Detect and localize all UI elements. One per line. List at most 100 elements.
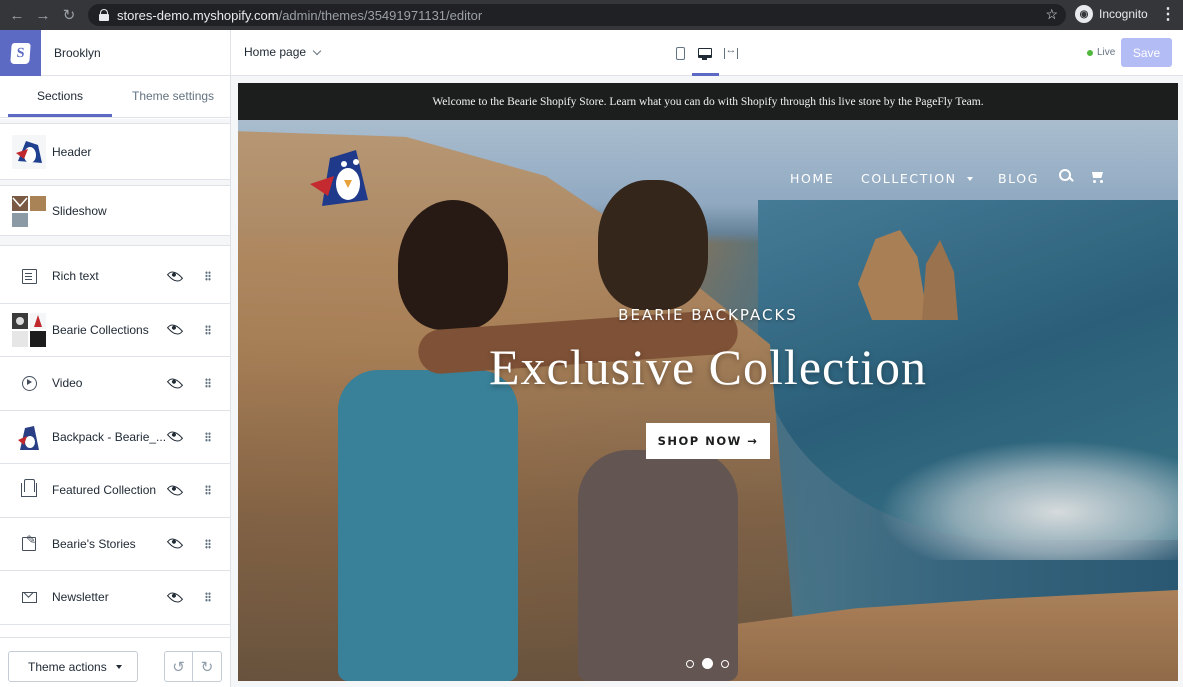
section-slideshow[interactable]: Slideshow	[0, 186, 230, 236]
cart-icon[interactable]	[1090, 170, 1106, 183]
live-dot-icon	[1087, 49, 1093, 56]
section-bearie-collections[interactable]: Bearie Collections	[0, 304, 230, 357]
redo-icon[interactable]: ↻	[193, 652, 221, 681]
fullscreen-view-button[interactable]	[720, 42, 742, 64]
tab-sections[interactable]: Sections	[37, 89, 83, 103]
product-thumbnail-icon	[12, 419, 46, 454]
section-label: Video	[52, 376, 83, 391]
eye-icon[interactable]	[166, 428, 184, 445]
eye-icon[interactable]	[166, 321, 184, 338]
incognito-icon: ◉	[1075, 5, 1093, 23]
fixed-sections: Header Slideshow	[0, 119, 230, 246]
profile-label: Incognito	[1099, 7, 1148, 21]
rich-text-icon	[21, 268, 37, 284]
url-host: stores-demo.myshopify.com	[117, 7, 279, 23]
drag-handle-icon[interactable]	[205, 271, 211, 282]
slideshow-thumbnail-icon	[12, 195, 46, 227]
live-status: Live	[1087, 47, 1115, 58]
undo-icon[interactable]: ↺	[165, 652, 194, 681]
slide-dot[interactable]	[721, 659, 729, 668]
page-selector-label: Home page	[244, 45, 307, 59]
section-featured-collection[interactable]: Featured Collection	[0, 464, 230, 518]
bookmark-star-icon[interactable]: ☆	[1045, 6, 1058, 23]
section-label: Newsletter	[52, 590, 109, 605]
caret-down-icon	[115, 664, 122, 669]
section-newsletter[interactable]: Newsletter	[0, 571, 230, 625]
history-controls: ↺ ↻	[164, 651, 222, 682]
section-label: Rich text	[52, 269, 99, 284]
collection-thumbnail-icon	[12, 312, 46, 347]
shopify-logo-icon[interactable]	[0, 30, 41, 76]
drag-handle-icon[interactable]	[205, 324, 211, 335]
active-device-indicator	[692, 73, 719, 76]
sections-sidebar: Sections Theme settings Header Slideshow	[0, 76, 231, 687]
eye-icon[interactable]	[166, 589, 184, 606]
section-label: Bearie Collections	[52, 322, 149, 337]
blog-icon	[22, 533, 36, 551]
slide-dot-active[interactable]	[702, 658, 713, 669]
slideshow-dots	[686, 658, 737, 669]
nav-home-link[interactable]: HOME	[790, 171, 834, 186]
drag-handle-icon[interactable]	[205, 485, 211, 496]
browser-toolbar: ← → ↻ stores-demo.myshopify.com /admin/t…	[0, 0, 1183, 30]
hero-slideshow[interactable]: HOME COLLECTION BLOG BEARIE BACKPACKS Ex…	[238, 120, 1178, 681]
back-arrow-icon[interactable]: ←	[4, 0, 30, 30]
section-label: Header	[52, 144, 92, 159]
active-tab-indicator	[8, 114, 112, 117]
drag-handle-icon[interactable]	[205, 538, 211, 549]
store-logo[interactable]	[308, 140, 376, 212]
search-icon[interactable]	[1059, 169, 1074, 184]
nav-collection-link[interactable]: COLLECTION	[861, 171, 973, 186]
section-video[interactable]: Video	[0, 357, 230, 411]
desktop-view-button[interactable]	[694, 42, 716, 64]
eye-icon[interactable]	[166, 375, 184, 392]
nav-blog-link[interactable]: BLOG	[998, 171, 1039, 186]
live-label: Live	[1097, 47, 1116, 58]
theme-name: Brooklyn	[54, 46, 101, 60]
shop-now-button[interactable]: SHOP NOW →	[646, 423, 770, 459]
drag-handle-icon[interactable]	[205, 378, 211, 389]
section-bearies-stories[interactable]: Bearie's Stories	[0, 518, 230, 571]
drag-handle-icon[interactable]	[205, 592, 211, 603]
reload-icon[interactable]: ↻	[56, 0, 82, 30]
page-selector[interactable]: Home page	[244, 45, 322, 59]
theme-actions-label: Theme actions	[28, 659, 107, 674]
featured-collection-icon	[21, 479, 37, 498]
eye-icon[interactable]	[166, 482, 184, 499]
chevron-down-icon	[312, 46, 322, 55]
store-preview: Welcome to the Bearie Shopify Store. Lea…	[238, 83, 1178, 681]
sidebar-footer: Theme actions ↺ ↻	[0, 637, 230, 687]
section-backpack-product[interactable]: Backpack - Bearie_...	[0, 411, 230, 464]
slide-dot[interactable]	[686, 659, 694, 668]
section-label: Backpack - Bearie_...	[52, 429, 167, 444]
address-bar[interactable]: stores-demo.myshopify.com /admin/themes/…	[88, 4, 1066, 26]
eye-icon[interactable]	[166, 535, 184, 552]
section-label: Bearie's Stories	[52, 536, 136, 551]
theme-actions-button[interactable]: Theme actions	[8, 651, 138, 682]
nav-collection-label: COLLECTION	[861, 171, 957, 186]
tab-theme-settings[interactable]: Theme settings	[132, 89, 214, 103]
video-icon	[21, 375, 37, 391]
fullscreen-icon	[724, 44, 738, 59]
announcement-bar: Welcome to the Bearie Shopify Store. Lea…	[238, 83, 1178, 120]
hero-title: Exclusive Collection	[489, 339, 927, 395]
sidebar-tabs: Sections Theme settings	[0, 76, 230, 118]
desktop-icon	[698, 48, 712, 60]
section-label: Slideshow	[52, 203, 107, 218]
browser-menu-icon[interactable]: ⋮	[1160, 4, 1176, 24]
eye-icon[interactable]	[166, 268, 184, 285]
hero-subtitle: BEARIE BACKPACKS	[618, 306, 798, 324]
save-button[interactable]: Save	[1121, 38, 1172, 67]
section-header[interactable]: Header	[0, 124, 230, 180]
caret-down-icon	[966, 176, 973, 181]
section-label: Featured Collection	[52, 483, 157, 498]
divider	[230, 30, 231, 76]
forward-arrow-icon[interactable]: →	[30, 0, 56, 30]
content-sections: Rich text Bearie Collections Video Backp…	[0, 250, 230, 625]
drag-handle-icon[interactable]	[205, 431, 211, 442]
mobile-view-button[interactable]	[669, 42, 691, 64]
editor-topbar: Brooklyn Home page Live Save	[0, 30, 1183, 76]
section-rich-text[interactable]: Rich text	[0, 250, 230, 304]
penguin-logo-icon	[12, 134, 46, 169]
profile-indicator[interactable]: ◉ Incognito	[1075, 5, 1148, 23]
